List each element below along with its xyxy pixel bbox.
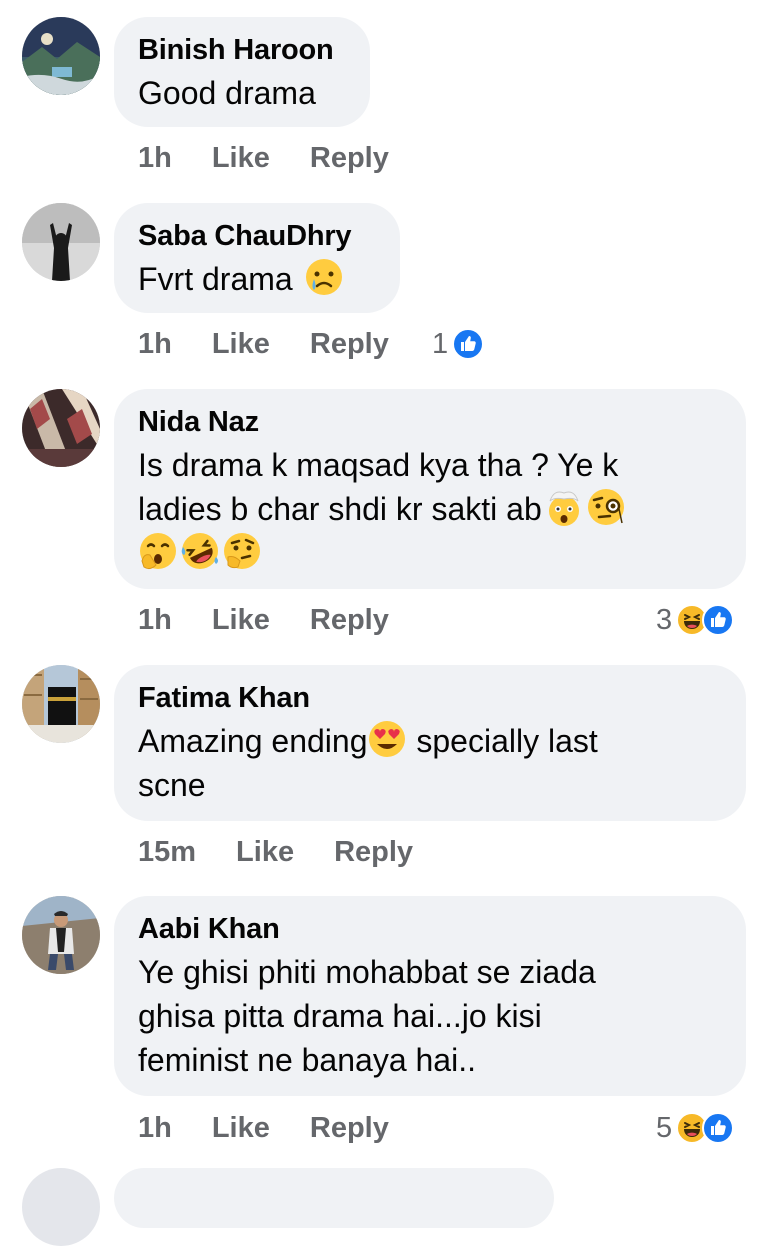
comment-actions: 1h Like Reply	[138, 138, 389, 178]
like-button[interactable]: Like	[212, 142, 270, 175]
rolling-laughing-icon	[180, 531, 220, 571]
comment-text: Good drama	[138, 75, 316, 111]
comment-bubble: Fatima Khan Amazing ending specially las…	[114, 665, 746, 821]
commenter-name[interactable]: Fatima Khan	[138, 681, 722, 715]
avatar[interactable]	[22, 17, 100, 95]
comment-bubble: Binish Haroon Good drama	[114, 17, 370, 127]
crying-face-icon	[304, 257, 344, 297]
exploding-head-icon	[544, 487, 584, 527]
reaction-count: 5	[656, 1111, 673, 1144]
like-icon	[702, 604, 734, 636]
like-icon	[452, 328, 484, 360]
comment-text: Amazing ending specially last scne	[138, 719, 722, 807]
commenter-name[interactable]: Binish Haroon	[138, 33, 346, 67]
like-button[interactable]: Like	[212, 328, 270, 361]
reply-button[interactable]: Reply	[310, 1112, 389, 1145]
comment-bubble: Nida Naz Is drama k maqsad kya tha ? Ye …	[114, 389, 746, 589]
comment-timestamp[interactable]: 1h	[138, 1112, 172, 1145]
comment-actions: 1h Like Reply	[138, 600, 389, 640]
comment-timestamp[interactable]: 1h	[138, 604, 172, 637]
thinking-face-icon	[222, 531, 262, 571]
comment-bubble: Saba ChauDhry Fvrt drama	[114, 203, 400, 313]
comment-actions: 1h Like Reply	[138, 1108, 389, 1148]
comment-text: Ye ghisi phiti mohabbat se ziada ghisa p…	[138, 954, 596, 1078]
comment-bubble	[114, 1168, 554, 1228]
like-button[interactable]: Like	[212, 1112, 270, 1145]
comment-actions: 15m Like Reply	[138, 832, 413, 872]
hand-over-mouth-icon	[138, 531, 178, 571]
avatar[interactable]	[22, 1168, 100, 1246]
commenter-name[interactable]: Saba ChauDhry	[138, 219, 376, 253]
comment-actions: 1h Like Reply	[138, 324, 389, 364]
comment-timestamp[interactable]: 1h	[138, 142, 172, 175]
reaction-summary[interactable]: 5	[656, 1108, 734, 1148]
like-button[interactable]: Like	[236, 836, 294, 869]
comment-bubble: Aabi Khan Ye ghisi phiti mohabbat se zia…	[114, 896, 746, 1096]
like-button[interactable]: Like	[212, 604, 270, 637]
reply-button[interactable]: Reply	[334, 836, 413, 869]
reply-button[interactable]: Reply	[310, 328, 389, 361]
reaction-count: 1	[432, 327, 449, 360]
reaction-summary[interactable]: 1	[432, 324, 484, 364]
like-icon	[702, 1112, 734, 1144]
avatar[interactable]	[22, 896, 100, 974]
commenter-name[interactable]: Aabi Khan	[138, 912, 722, 946]
commenter-name[interactable]: Nida Naz	[138, 405, 722, 439]
heart-eyes-icon	[367, 719, 407, 759]
comment-timestamp[interactable]: 1h	[138, 328, 172, 361]
avatar[interactable]	[22, 203, 100, 281]
comment-text: Is drama k maqsad kya tha ? Ye k ladies …	[138, 443, 722, 575]
comment-text: Fvrt drama	[138, 257, 376, 301]
avatar[interactable]	[22, 665, 100, 743]
avatar[interactable]	[22, 389, 100, 467]
reaction-count: 3	[656, 603, 673, 636]
reply-button[interactable]: Reply	[310, 604, 389, 637]
monocle-face-icon	[586, 487, 626, 527]
reply-button[interactable]: Reply	[310, 142, 389, 175]
comment-timestamp[interactable]: 15m	[138, 836, 196, 869]
reaction-summary[interactable]: 3	[656, 600, 734, 640]
